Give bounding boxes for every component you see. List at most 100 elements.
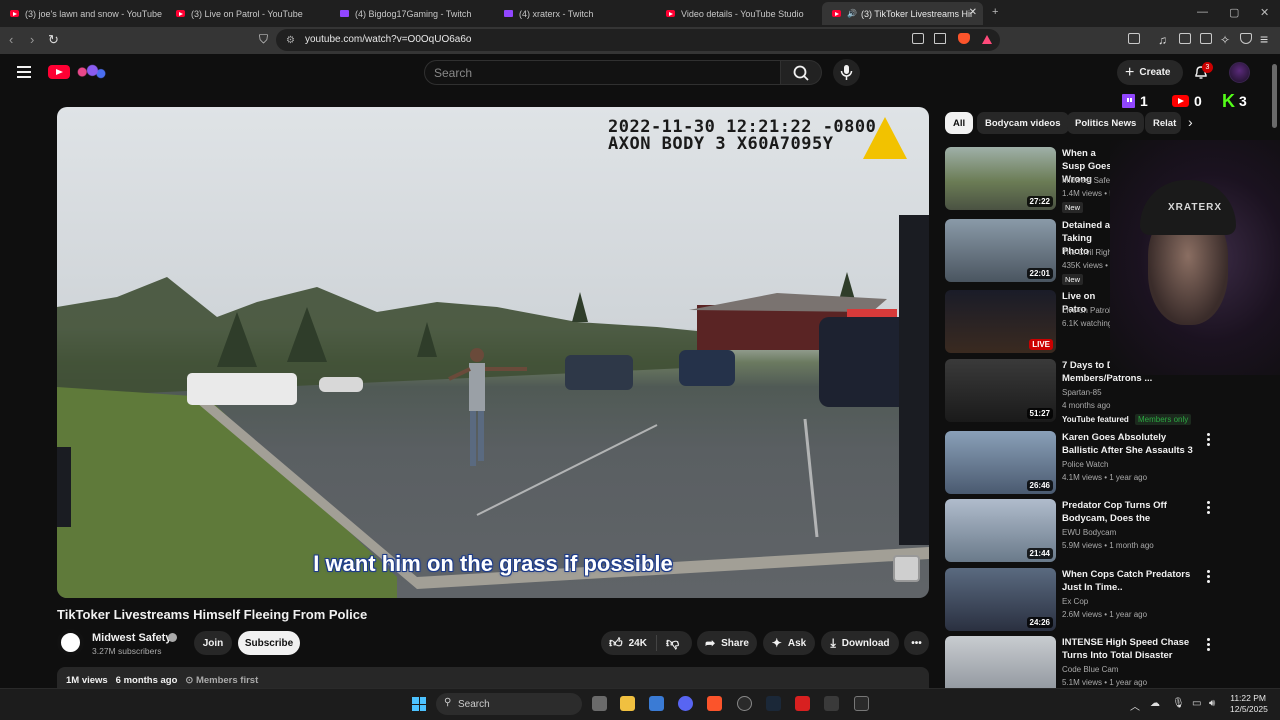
file-explorer-icon[interactable] bbox=[620, 696, 635, 711]
system-clock[interactable]: 11:22 PM 12/5/2025 bbox=[1230, 693, 1268, 715]
taskbar-search-box[interactable]: ⚲ Search bbox=[436, 693, 582, 715]
close-window-button[interactable]: ✕ bbox=[1260, 6, 1269, 19]
menu-icon[interactable]: ≡ bbox=[1260, 31, 1268, 47]
show-hidden-icons-chevron[interactable]: ︿ bbox=[1130, 698, 1140, 713]
new-tab-button[interactable]: + bbox=[992, 6, 998, 18]
video-thumbnail[interactable]: 24:26 bbox=[945, 568, 1056, 631]
recommended-channel[interactable]: Midwest Safet bbox=[1062, 176, 1112, 185]
recommended-channel[interactable]: The Civil Right bbox=[1062, 248, 1114, 257]
windows-start-icon[interactable] bbox=[412, 697, 426, 711]
more-actions-button[interactable]: ••• bbox=[904, 631, 929, 655]
more-vertical-icon[interactable] bbox=[1207, 638, 1211, 653]
more-vertical-icon[interactable] bbox=[1207, 570, 1211, 585]
search-button[interactable] bbox=[781, 60, 822, 85]
video-thumbnail[interactable]: 27:22 bbox=[945, 147, 1056, 210]
video-player[interactable]: 2022-11-30 12:21:22 -0800 AXON BODY 3 X6… bbox=[57, 107, 929, 598]
like-button[interactable]: 👍︎ 24K bbox=[609, 635, 647, 651]
recommended-video[interactable]: 21:44 Predator Cop Turns Off Bodycam, Do… bbox=[945, 499, 1245, 563]
share-page-icon[interactable] bbox=[934, 33, 946, 44]
chevron-right-icon[interactable]: › bbox=[1188, 114, 1193, 130]
dislike-button[interactable]: 👎︎ bbox=[666, 635, 679, 651]
maximize-button[interactable]: ▢ bbox=[1229, 6, 1239, 19]
more-vertical-icon[interactable] bbox=[1207, 433, 1211, 448]
chip-all[interactable]: All bbox=[945, 112, 974, 134]
browser-tab[interactable]: Video details - YouTube Studio bbox=[656, 2, 824, 25]
amd-software-icon[interactable] bbox=[795, 696, 810, 711]
video-frame bbox=[57, 117, 929, 598]
share-button[interactable]: ➦ Share bbox=[697, 631, 757, 655]
join-button[interactable]: Join bbox=[194, 631, 232, 655]
epic-games-icon[interactable] bbox=[854, 696, 869, 711]
url-text[interactable]: youtube.com/watch?v=O0OqUO6a6o bbox=[305, 34, 471, 45]
streaming-app-icon[interactable] bbox=[824, 696, 839, 711]
recommended-channel[interactable]: Code Blue Cam bbox=[1062, 665, 1118, 674]
task-view-icon[interactable] bbox=[592, 696, 607, 711]
youtube-logo-icon[interactable] bbox=[48, 65, 70, 79]
video-thumbnail[interactable]: 21:44 bbox=[945, 499, 1056, 562]
browser-tab[interactable]: (3) joe's lawn and snow - YouTube bbox=[0, 2, 168, 25]
video-thumbnail[interactable]: 51:27 bbox=[945, 359, 1056, 422]
recommended-title[interactable]: Predator Cop Turns Off Bodycam, Does the… bbox=[1062, 499, 1202, 525]
sidebar-icon[interactable] bbox=[1179, 33, 1191, 44]
more-vertical-icon[interactable] bbox=[1207, 501, 1211, 516]
youtube-doodle[interactable] bbox=[72, 64, 106, 80]
chip-related[interactable]: Relat bbox=[1145, 112, 1181, 134]
forward-icon[interactable]: › bbox=[30, 32, 34, 47]
subscribe-button[interactable]: Subscribe bbox=[238, 631, 300, 655]
cast-icon[interactable] bbox=[912, 33, 924, 44]
brave-rewards-icon[interactable] bbox=[982, 35, 992, 44]
video-thumbnail[interactable]: 22:01 bbox=[945, 219, 1056, 282]
channel-avatar[interactable] bbox=[57, 629, 84, 656]
discord-icon[interactable] bbox=[678, 696, 693, 711]
brave-browser-icon[interactable] bbox=[707, 696, 722, 711]
video-thumbnail[interactable] bbox=[945, 636, 1056, 688]
channel-name[interactable]: Midwest Safety bbox=[92, 632, 171, 644]
microphone-tray-icon[interactable]: 🎙︎ bbox=[1172, 698, 1185, 709]
recommended-title[interactable]: INTENSE High Speed Chase Turns Into Tota… bbox=[1062, 636, 1202, 662]
weather-icon[interactable]: ☁ bbox=[1150, 698, 1160, 709]
ask-button[interactable]: ✦ Ask bbox=[763, 631, 815, 655]
recommended-channel[interactable]: EWU Bodycam bbox=[1062, 528, 1116, 537]
recommended-title[interactable]: Karen Goes Absolutely Ballistic After Sh… bbox=[1062, 431, 1202, 457]
obs-icon[interactable] bbox=[737, 696, 752, 711]
browser-tab[interactable]: (3) Live on Patrol - YouTube bbox=[166, 2, 334, 25]
site-info-icon[interactable]: ⚙ bbox=[286, 35, 295, 46]
recommended-channel[interactable]: Spartan-85 bbox=[1062, 388, 1102, 397]
page-scrollbar[interactable] bbox=[1272, 64, 1277, 128]
chip-politics-news[interactable]: Politics News bbox=[1067, 112, 1145, 134]
close-tab-icon[interactable]: ✕ bbox=[969, 7, 977, 18]
media-controls-icon[interactable]: ♫ bbox=[1158, 33, 1167, 47]
recommended-video[interactable]: 24:26 When Cops Catch Predators Just In … bbox=[945, 568, 1245, 632]
recommended-channel[interactable]: Police Watch bbox=[1062, 460, 1108, 469]
download-button[interactable]: ⤓ Download bbox=[821, 631, 899, 655]
minimize-button[interactable]: — bbox=[1197, 6, 1208, 18]
twitch-count: 1 bbox=[1140, 93, 1148, 109]
chip-bodycam-videos[interactable]: Bodycam videos bbox=[977, 112, 1069, 134]
video-thumbnail[interactable]: 26:46 bbox=[945, 431, 1056, 494]
tab-search-icon[interactable] bbox=[1128, 33, 1140, 44]
recommended-channel[interactable]: Ex Cop bbox=[1062, 597, 1088, 606]
bookmark-icon[interactable]: ⛉ bbox=[259, 32, 268, 47]
create-button[interactable]: + Create bbox=[1117, 60, 1183, 85]
reload-icon[interactable]: ↻ bbox=[48, 32, 59, 48]
wallet-icon[interactable] bbox=[1200, 33, 1212, 44]
account-avatar[interactable] bbox=[1229, 62, 1250, 83]
recommended-video[interactable]: INTENSE High Speed Chase Turns Into Tota… bbox=[945, 636, 1245, 688]
channel-watermark-icon[interactable] bbox=[893, 555, 920, 582]
guide-menu-icon[interactable] bbox=[17, 66, 31, 78]
search-input[interactable] bbox=[424, 60, 781, 85]
browser-tab[interactable]: (4) Bigdog17Gaming - Twitch bbox=[330, 2, 498, 25]
volume-icon[interactable]: 🔊︎ bbox=[1209, 698, 1215, 709]
video-thumbnail[interactable]: LIVE bbox=[945, 290, 1056, 353]
browser-tab-active[interactable]: 🔊(3) TikToker Livestreams Himse✕ bbox=[822, 2, 983, 25]
back-icon[interactable]: ‹ bbox=[9, 32, 13, 47]
recommended-channel[interactable]: Live on Patrol bbox=[1062, 306, 1111, 315]
browser-tab[interactable]: (4) xraterx - Twitch bbox=[494, 2, 662, 25]
leo-ai-icon[interactable]: ✧ bbox=[1220, 33, 1230, 47]
microsoft-store-icon[interactable] bbox=[649, 696, 664, 711]
steam-icon[interactable] bbox=[766, 696, 781, 711]
recommended-video[interactable]: 26:46 Karen Goes Absolutely Ballistic Af… bbox=[945, 431, 1245, 495]
recommended-title[interactable]: When Cops Catch Predators Just In Time.. bbox=[1062, 568, 1202, 594]
network-icon[interactable]: ▭ bbox=[1192, 698, 1201, 709]
voice-search-button[interactable] bbox=[833, 59, 860, 86]
